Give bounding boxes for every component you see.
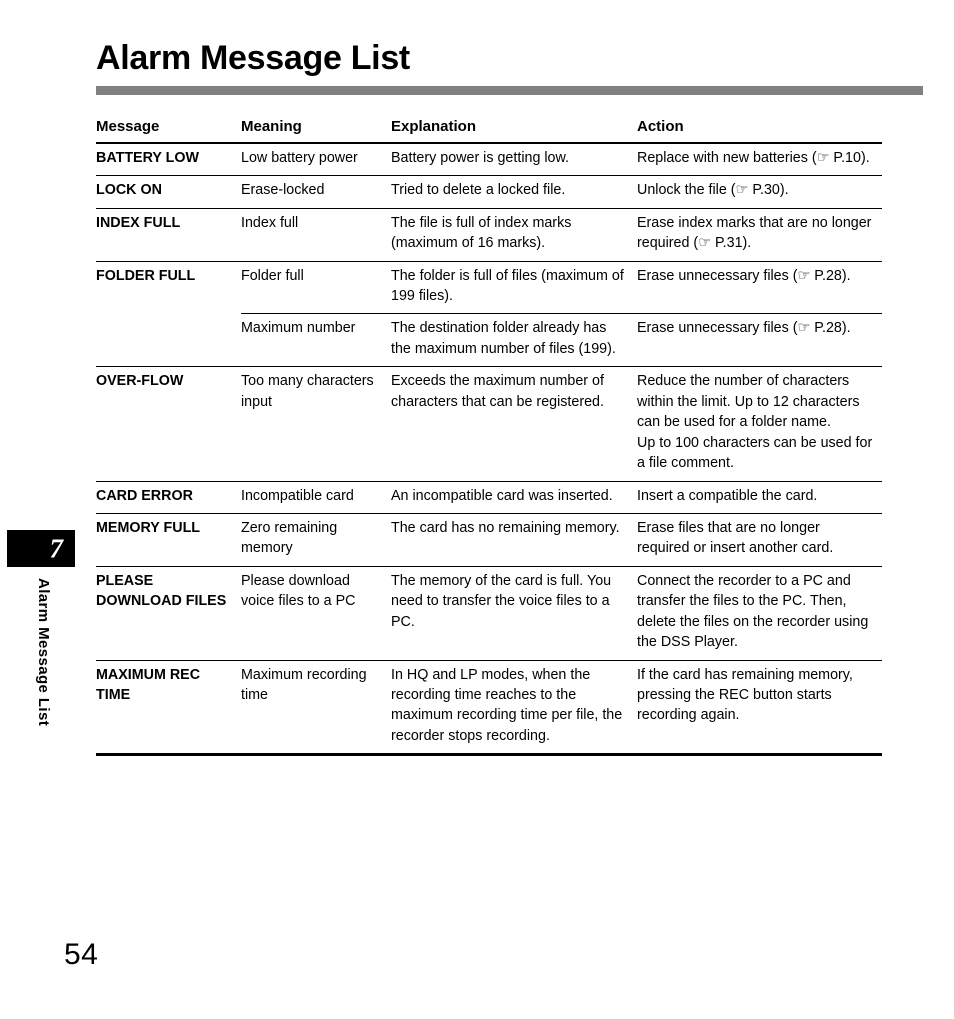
table-row: OVER-FLOW Too many characters input Exceed…	[96, 367, 882, 482]
cell-message	[96, 314, 241, 368]
cell-action: Reduce the number of characters within t…	[637, 367, 882, 482]
column-header-message: Message	[96, 112, 241, 144]
page-content: Alarm Message List Message Meaning Expla…	[96, 39, 924, 757]
cell-action: Erase unnecessary files (☞ P.28).	[637, 262, 882, 315]
cell-meaning: Maximum recording time	[241, 661, 391, 757]
cell-meaning: Folder full	[241, 262, 391, 315]
table-row: MAXIMUM REC TIME Maximum recording time In…	[96, 661, 882, 757]
cell-explanation: The memory of the card is full. You need…	[391, 567, 637, 661]
table-header: Message Meaning Explanation Action	[96, 112, 882, 144]
cell-explanation: An incompatible card was inserted.	[391, 482, 637, 514]
cell-message: INDEX FULL	[96, 209, 241, 262]
column-header-action: Action	[637, 112, 882, 144]
cell-message: PLEASE DOWNLOAD FILES	[96, 567, 241, 661]
cell-message: LOCK ON	[96, 176, 241, 209]
chapter-side-label: Alarm Message List	[35, 578, 52, 727]
cell-meaning: Please download voice files to a PC	[241, 567, 391, 661]
cell-meaning: Maximum number	[241, 314, 391, 368]
cell-meaning: Low battery power	[241, 144, 391, 177]
cell-action: Insert a compatible the card.	[637, 482, 882, 514]
cell-explanation: The card has no remaining memory.	[391, 514, 637, 567]
page-number: 54	[64, 938, 99, 971]
cell-explanation: The folder is full of files (maximum of …	[391, 262, 637, 315]
table-row: Maximum number The destination folder alr…	[96, 314, 882, 368]
cell-meaning: Erase-locked	[241, 176, 391, 209]
cell-action: Connect the recorder to a PC and transfe…	[637, 567, 882, 661]
page-title: Alarm Message List	[96, 39, 410, 77]
cell-meaning: Incompatible card	[241, 482, 391, 514]
table-row: PLEASE DOWNLOAD FILES Please download voi…	[96, 567, 882, 661]
alarm-table-container: Message Meaning Explanation Action BATTE…	[96, 112, 924, 757]
table-row: BATTERY LOW Low battery power Battery powe…	[96, 144, 882, 177]
cell-message: MEMORY FULL	[96, 514, 241, 567]
cell-action: Erase files that are no longer required …	[637, 514, 882, 567]
cell-explanation: Battery power is getting low.	[391, 144, 637, 177]
cell-action: If the card has remaining memory, pressi…	[637, 661, 882, 757]
cell-message: BATTERY LOW	[96, 144, 241, 177]
table-row: CARD ERROR Incompatible card An incompatib…	[96, 482, 882, 514]
alarm-message-table: Message Meaning Explanation Action BATTE…	[96, 112, 882, 757]
chapter-number: 7	[49, 533, 64, 563]
table-row: LOCK ON Erase-locked Tried to delete a loc…	[96, 176, 882, 209]
cell-message: CARD ERROR	[96, 482, 241, 514]
table-body: BATTERY LOW Low battery power Battery powe…	[96, 144, 882, 757]
cell-action: Unlock the file (☞ P.30).	[637, 176, 882, 209]
cell-explanation: The destination folder already has the m…	[391, 314, 637, 368]
cell-action: Replace with new batteries (☞ P.10).	[637, 144, 882, 177]
cell-action: Erase index marks that are no longer req…	[637, 209, 882, 262]
cell-explanation: In HQ and LP modes, when the recording t…	[391, 661, 637, 757]
table-row: MEMORY FULL Zero remaining memory The card…	[96, 514, 882, 567]
table-header-row: Message Meaning Explanation Action	[96, 112, 882, 144]
cell-message: MAXIMUM REC TIME	[96, 661, 241, 757]
cell-message: OVER-FLOW	[96, 367, 241, 482]
table-row: FOLDER FULL Folder full The folder is full…	[96, 262, 882, 315]
chapter-tab: 7	[7, 530, 75, 567]
table-row: INDEX FULL Index full The file is full of …	[96, 209, 882, 262]
column-header-meaning: Meaning	[241, 112, 391, 144]
cell-explanation: Exceeds the maximum number of characters…	[391, 367, 637, 482]
cell-meaning: Too many characters input	[241, 367, 391, 482]
cell-explanation: The file is full of index marks (maximum…	[391, 209, 637, 262]
column-header-explanation: Explanation	[391, 112, 637, 144]
title-rule	[96, 86, 923, 96]
cell-action: Erase unnecessary files (☞ P.28).	[637, 314, 882, 368]
cell-meaning: Zero remaining memory	[241, 514, 391, 567]
cell-message: FOLDER FULL	[96, 267, 196, 284]
cell-explanation: Tried to delete a locked file.	[391, 176, 637, 209]
cell-meaning: Index full	[241, 209, 391, 262]
